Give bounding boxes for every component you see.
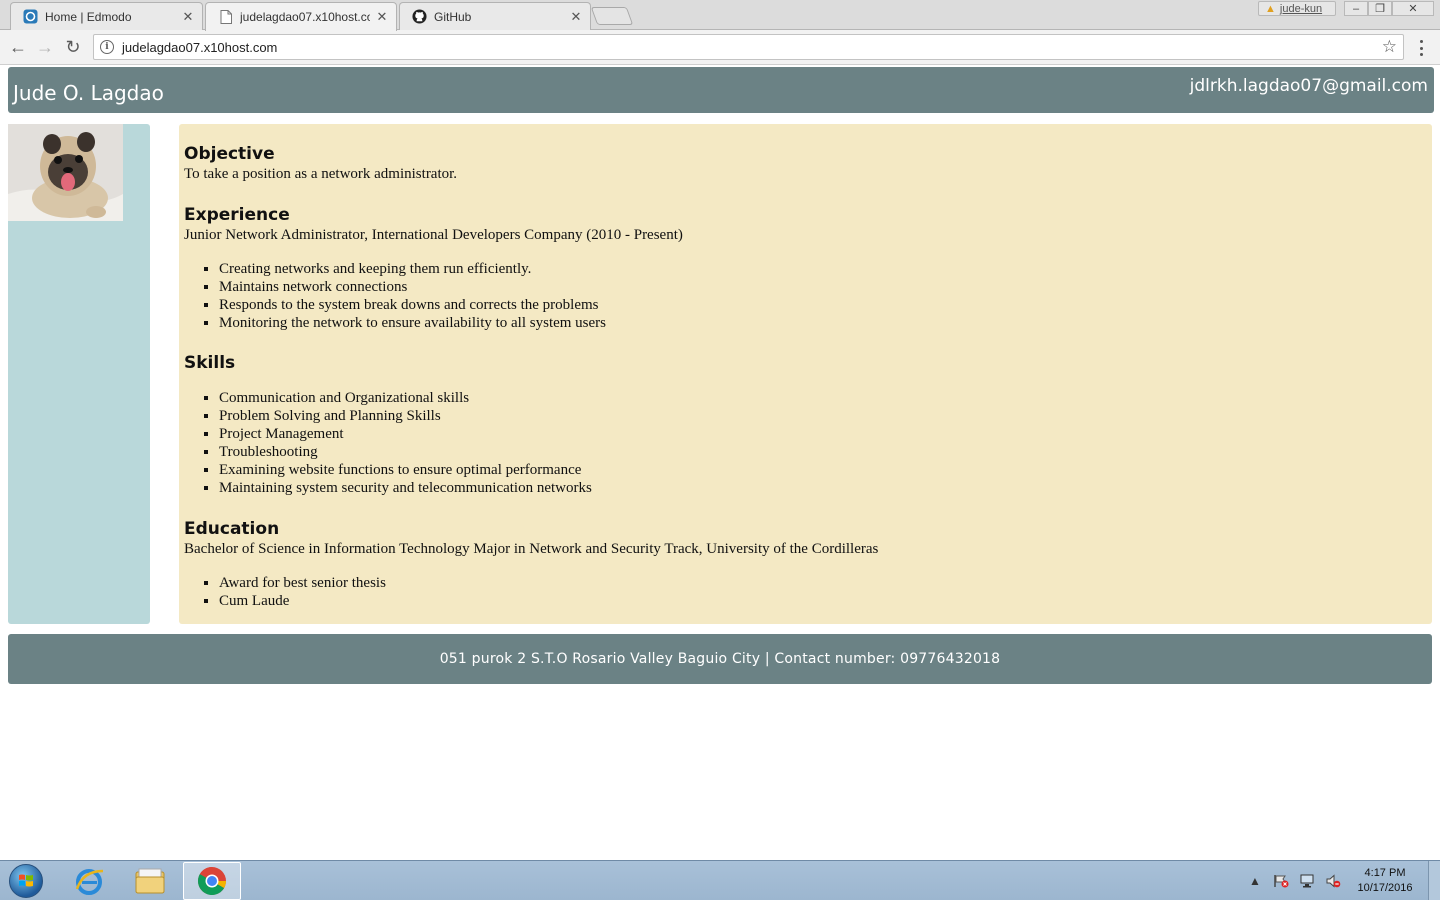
clock-time: 4:17 PM [1364, 867, 1406, 879]
list-item: Maintains network connections [219, 278, 1427, 296]
site-footer: 051 purok 2 S.T.O Rosario Valley Baguio … [8, 634, 1432, 684]
objective-text: To take a position as a network administ… [184, 166, 458, 182]
site-header: Jude O. Lagdao jdlrkh.lagdao07@gmail.com [8, 67, 1434, 113]
page-icon [218, 10, 233, 25]
close-icon: ✕ [1408, 3, 1418, 15]
list-item: Communication and Organizational skills [219, 389, 1427, 407]
email-address: jdlrkh.lagdao07@gmail.com [1189, 76, 1428, 96]
menu-icon[interactable] [1416, 38, 1426, 58]
show-desktop-button[interactable] [1428, 861, 1440, 900]
list-item: Monitoring the network to ensure availab… [219, 314, 1427, 332]
taskbar: ▲ 4:17 PM 10/17/2016 [0, 860, 1440, 900]
minimize-button[interactable]: – [1344, 1, 1368, 16]
clock[interactable]: 4:17 PM 10/17/2016 [1346, 866, 1424, 896]
skills-list: Communication and Organizational skills … [219, 389, 1427, 497]
list-item: Award for best senior thesis [219, 574, 1427, 592]
page-viewport: Jude O. Lagdao jdlrkh.lagdao07@gmail.com [0, 65, 1440, 860]
education-list: Award for best senior thesis Cum Laude [219, 574, 1427, 610]
education-section: Education Bachelor of Science in Informa… [184, 519, 1427, 610]
arrow-right-icon: → [36, 37, 54, 57]
network-icon[interactable] [1299, 874, 1315, 888]
internet-explorer-button[interactable] [60, 862, 118, 900]
list-item: Responds to the system break downs and c… [219, 296, 1427, 314]
address-bar[interactable]: i judelagdao07.x10host.com ☆ [93, 34, 1404, 60]
objective-heading: Objective [184, 144, 275, 164]
chrome-button[interactable] [183, 862, 241, 900]
list-item: Problem Solving and Planning Skills [219, 407, 1427, 425]
list-item: Examining website functions to ensure op… [219, 461, 1427, 479]
arrow-left-icon: ← [9, 37, 27, 57]
close-icon[interactable]: ✕ [182, 9, 194, 25]
experience-list: Creating networks and keeping them run e… [219, 260, 1427, 332]
start-button[interactable] [6, 862, 46, 900]
skills-heading: Skills [184, 353, 236, 373]
list-item: Project Management [219, 425, 1427, 443]
warning-icon: ▲ [1265, 2, 1276, 15]
github-icon [412, 9, 427, 24]
tab-strip: Home | Edmodo ✕ judelagdao07.x10host.co … [0, 0, 1440, 31]
edmodo-icon [23, 9, 38, 24]
info-icon[interactable]: i [100, 40, 114, 54]
experience-heading: Experience [184, 205, 290, 225]
reload-button[interactable]: ↻ [63, 37, 83, 57]
tab-title: GitHub [434, 9, 472, 24]
internet-explorer-icon [75, 869, 104, 895]
chrome-icon [198, 867, 226, 895]
windows-logo-icon [9, 864, 43, 898]
list-item: Troubleshooting [219, 443, 1427, 461]
new-tab-button[interactable] [590, 7, 634, 25]
action-center-icon[interactable] [1273, 874, 1289, 888]
profile-photo [8, 124, 123, 221]
url-text: judelagdao07.x10host.com [122, 39, 278, 55]
list-item: Cum Laude [219, 592, 1427, 610]
close-icon[interactable]: ✕ [570, 9, 582, 25]
list-item: Creating networks and keeping them run e… [219, 260, 1427, 278]
restore-button[interactable]: ❐ [1368, 1, 1392, 16]
system-tray: ▲ 4:17 PM 10/17/2016 [1242, 861, 1440, 900]
education-heading: Education [184, 519, 280, 539]
minimize-icon: – [1352, 2, 1360, 15]
reload-icon: ↻ [65, 37, 81, 57]
show-hidden-icons-icon[interactable]: ▲ [1247, 874, 1263, 888]
back-button[interactable]: ← [8, 37, 28, 57]
forward-button[interactable]: → [35, 37, 55, 57]
close-icon[interactable]: ✕ [376, 9, 388, 25]
list-item: Maintaining system security and telecomm… [219, 479, 1427, 497]
tab-github[interactable]: GitHub ✕ [399, 2, 591, 30]
tab-title: judelagdao07.x10host.co [240, 10, 370, 24]
objective-section: Objective To take a position as a networ… [184, 144, 1427, 183]
skills-section: Skills Communication and Organizational … [184, 353, 1427, 497]
tab-edmodo[interactable]: Home | Edmodo ✕ [10, 2, 203, 30]
volume-icon[interactable] [1325, 874, 1341, 888]
page-title: Jude O. Lagdao [13, 81, 164, 105]
experience-text: Junior Network Administrator, Internatio… [184, 227, 683, 243]
sidebar [8, 124, 150, 624]
resume-content: Objective To take a position as a networ… [179, 124, 1432, 624]
folder-icon [135, 868, 165, 894]
star-icon[interactable]: ☆ [1382, 37, 1397, 57]
file-explorer-button[interactable] [121, 862, 179, 900]
browser-toolbar: ← → ↻ i judelagdao07.x10host.com ☆ [0, 30, 1440, 65]
close-window-button[interactable]: ✕ [1392, 1, 1434, 16]
tab-title: Home | Edmodo [45, 9, 132, 24]
experience-section: Experience Junior Network Administrator,… [184, 205, 1427, 332]
profile-button[interactable]: ▲ jude-kun [1258, 1, 1336, 16]
education-text: Bachelor of Science in Information Techn… [184, 541, 879, 557]
restore-icon: ❐ [1375, 3, 1385, 15]
clock-date: 10/17/2016 [1357, 882, 1413, 894]
tab-judelagdao07[interactable]: judelagdao07.x10host.co ✕ [205, 2, 397, 31]
profile-name: jude-kun [1279, 2, 1323, 15]
